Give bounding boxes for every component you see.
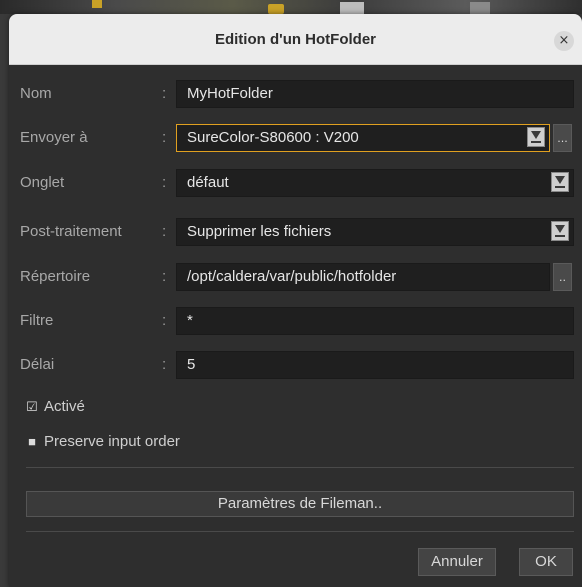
label-filtre: Filtre [20,312,54,329]
desktop-decoration [340,2,364,14]
cancel-button[interactable]: Annuler [418,548,496,576]
label-colon: : [162,312,167,329]
divider [26,531,574,532]
label-onglet: Onglet [20,174,65,191]
close-icon[interactable]: × [554,31,574,51]
chevron-down-icon[interactable] [551,221,569,241]
desktop-decoration [92,0,102,8]
filtre-input[interactable]: * [176,307,574,335]
label-colon: : [162,268,167,285]
label-colon: : [162,85,167,102]
row-post-traitement: Post-traitement : Supprimer les fichiers [9,218,582,246]
label-colon: : [162,223,167,240]
label-envoyer: Envoyer à [20,129,88,146]
label-nom: Nom [20,85,52,102]
row-repertoire: Répertoire : /opt/caldera/var/public/hot… [9,263,582,291]
chevron-down-icon[interactable] [551,172,569,192]
envoyer-select[interactable]: SureColor-S80600 : V200 [176,124,550,152]
label-delai: Délai [20,356,55,373]
desktop-background-strip [0,0,582,14]
desktop-decoration [470,2,490,14]
active-checkbox[interactable]: ☑ Activé [26,396,85,418]
dialog-title: Edition d'un HotFolder [214,31,377,48]
nom-input[interactable]: MyHotFolder [176,80,574,108]
delai-input[interactable]: 5 [176,351,574,379]
label-repertoire: Répertoire [20,268,91,285]
label-post-traitement: Post-traitement [20,223,122,240]
row-onglet: Onglet : défaut [9,169,582,197]
fileman-settings-button[interactable]: Paramètres de Fileman.. [26,491,574,517]
checkbox-unchecked-icon: ■ [28,434,36,449]
label-colon: : [162,174,167,191]
envoyer-select-value: SureColor-S80600 : V200 [187,129,359,146]
row-filtre: Filtre : * [9,307,582,335]
chevron-down-icon[interactable] [527,127,545,147]
post-traitement-select[interactable]: Supprimer les fichiers [176,218,574,246]
repertoire-browse-button[interactable]: .. [553,263,572,291]
onglet-select[interactable]: défaut [176,169,574,197]
divider [26,467,574,468]
repertoire-input[interactable]: /opt/caldera/var/public/hotfolder [176,263,550,291]
row-delai: Délai : 5 [9,351,582,379]
envoyer-more-button[interactable]: ... [553,124,572,152]
post-traitement-select-value: Supprimer les fichiers [187,223,332,240]
dialog-titlebar[interactable]: Edition d'un HotFolder × [9,14,582,65]
active-checkbox-label: Activé [44,398,85,415]
row-nom: Nom : MyHotFolder [9,80,582,108]
preserve-order-checkbox[interactable]: ■ Preserve input order [26,431,180,453]
row-envoyer: Envoyer à : SureColor-S80600 : V200 ... [9,124,582,152]
checkbox-checked-icon: ☑ [26,399,38,414]
dialog-content: Nom : MyHotFolder Envoyer à : SureColor-… [9,65,582,587]
onglet-select-value: défaut [187,174,229,191]
desktop-decoration [268,4,284,14]
hotfolder-dialog: Edition d'un HotFolder × Nom : MyHotFold… [9,14,582,587]
preserve-order-checkbox-label: Preserve input order [44,433,180,450]
ok-button[interactable]: OK [519,548,573,576]
label-colon: : [162,129,167,146]
label-colon: : [162,356,167,373]
